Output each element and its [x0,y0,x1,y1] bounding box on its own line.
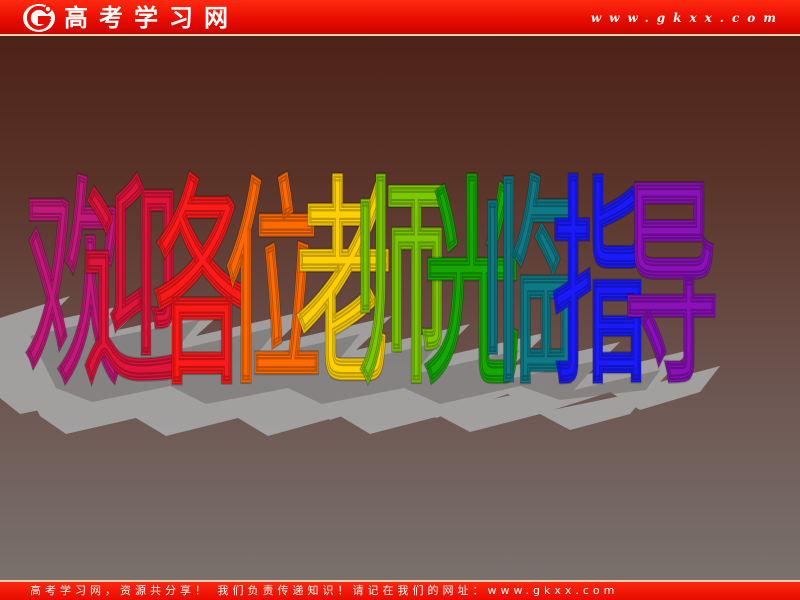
slide: 高考学习网 www.gkxx.com 欢迎各位老师光临指导 高考学习网，资源共分… [0,0,800,600]
welcome-char: 导 [623,157,720,416]
footer-divider [0,580,800,582]
welcome-char: 老 [296,157,393,416]
welcome-char: 欢 [26,157,123,416]
welcome-heading: 欢迎各位老师光临指导 [26,157,720,416]
welcome-char: 位 [225,157,322,416]
welcome-char: 师 [353,157,450,416]
footer-bar: 高考学习网，资源共分享！ 我们负责传递知识！请记在我们的网址：www.gkxx.… [0,580,800,600]
footer-slogan: 高考学习网，资源共分享！ 我们负责传递知识！请记在我们的网址：www.gkxx.… [30,584,619,597]
welcome-char: 光 [424,157,521,416]
welcome-char: 迎 [83,157,180,416]
welcome-char: 各 [154,157,251,416]
welcome-char: 临 [481,157,578,416]
welcome-char: 指 [552,157,649,416]
